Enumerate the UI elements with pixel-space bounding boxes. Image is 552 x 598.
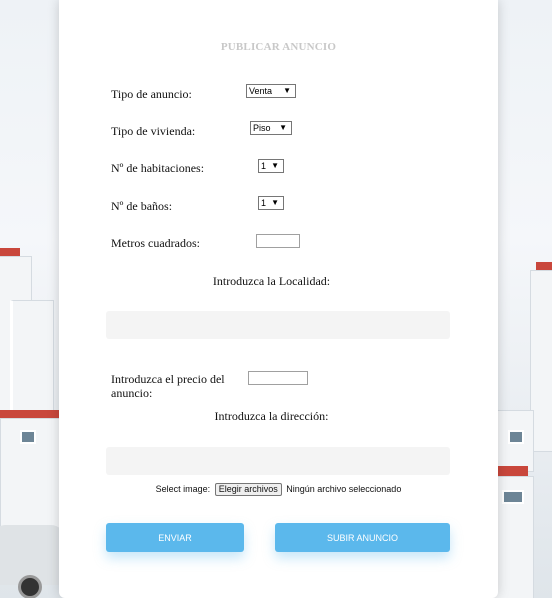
enviar-button[interactable]: ENVIAR: [106, 523, 244, 552]
tipo-vivienda-select[interactable]: Piso ▼: [250, 121, 292, 135]
tipo-anuncio-label: Tipo de anuncio:: [111, 87, 192, 101]
form-card: PUBLICAR ANUNCIO Tipo de anuncio: Venta …: [59, 0, 498, 598]
precio-input[interactable]: [248, 371, 308, 385]
select-image-label: Select image:: [155, 484, 211, 494]
dropdown-arrow-icon: ▼: [283, 86, 291, 95]
metros-input[interactable]: [256, 234, 300, 248]
image-upload-row: Select image: Elegir archivos Ningún arc…: [59, 483, 498, 496]
tipo-vivienda-value: Piso: [253, 123, 271, 133]
precio-label: Introduzca el precio del anuncio:: [111, 372, 225, 400]
habitaciones-select[interactable]: 1 ▼: [258, 159, 284, 173]
banos-label: Nº de baños:: [111, 199, 173, 213]
dropdown-arrow-icon: ▼: [271, 161, 279, 170]
tipo-anuncio-value: Venta: [249, 86, 273, 96]
banos-select[interactable]: 1 ▼: [258, 196, 284, 210]
metros-label: Metros cuadrados:: [111, 236, 200, 250]
localidad-label: Introduzca la Localidad:: [212, 274, 331, 288]
file-status-text: Ningún archivo seleccionado: [286, 484, 402, 494]
direccion-input[interactable]: [106, 447, 450, 475]
banos-value: 1: [261, 198, 267, 208]
localidad-input[interactable]: [106, 311, 450, 339]
choose-file-button[interactable]: Elegir archivos: [214, 483, 282, 496]
page-title: PUBLICAR ANUNCIO: [220, 41, 337, 53]
direccion-label: Introduzca la dirección:: [214, 409, 329, 423]
tipo-vivienda-label: Tipo de vivienda:: [111, 124, 196, 138]
dropdown-arrow-icon: ▼: [279, 123, 287, 132]
tipo-anuncio-select[interactable]: Venta ▼: [246, 84, 296, 98]
dropdown-arrow-icon: ▼: [271, 198, 279, 207]
subir-anuncio-button[interactable]: SUBIR ANUNCIO: [275, 523, 450, 552]
habitaciones-value: 1: [261, 161, 267, 171]
habitaciones-label: Nº de habitaciones:: [111, 161, 205, 175]
